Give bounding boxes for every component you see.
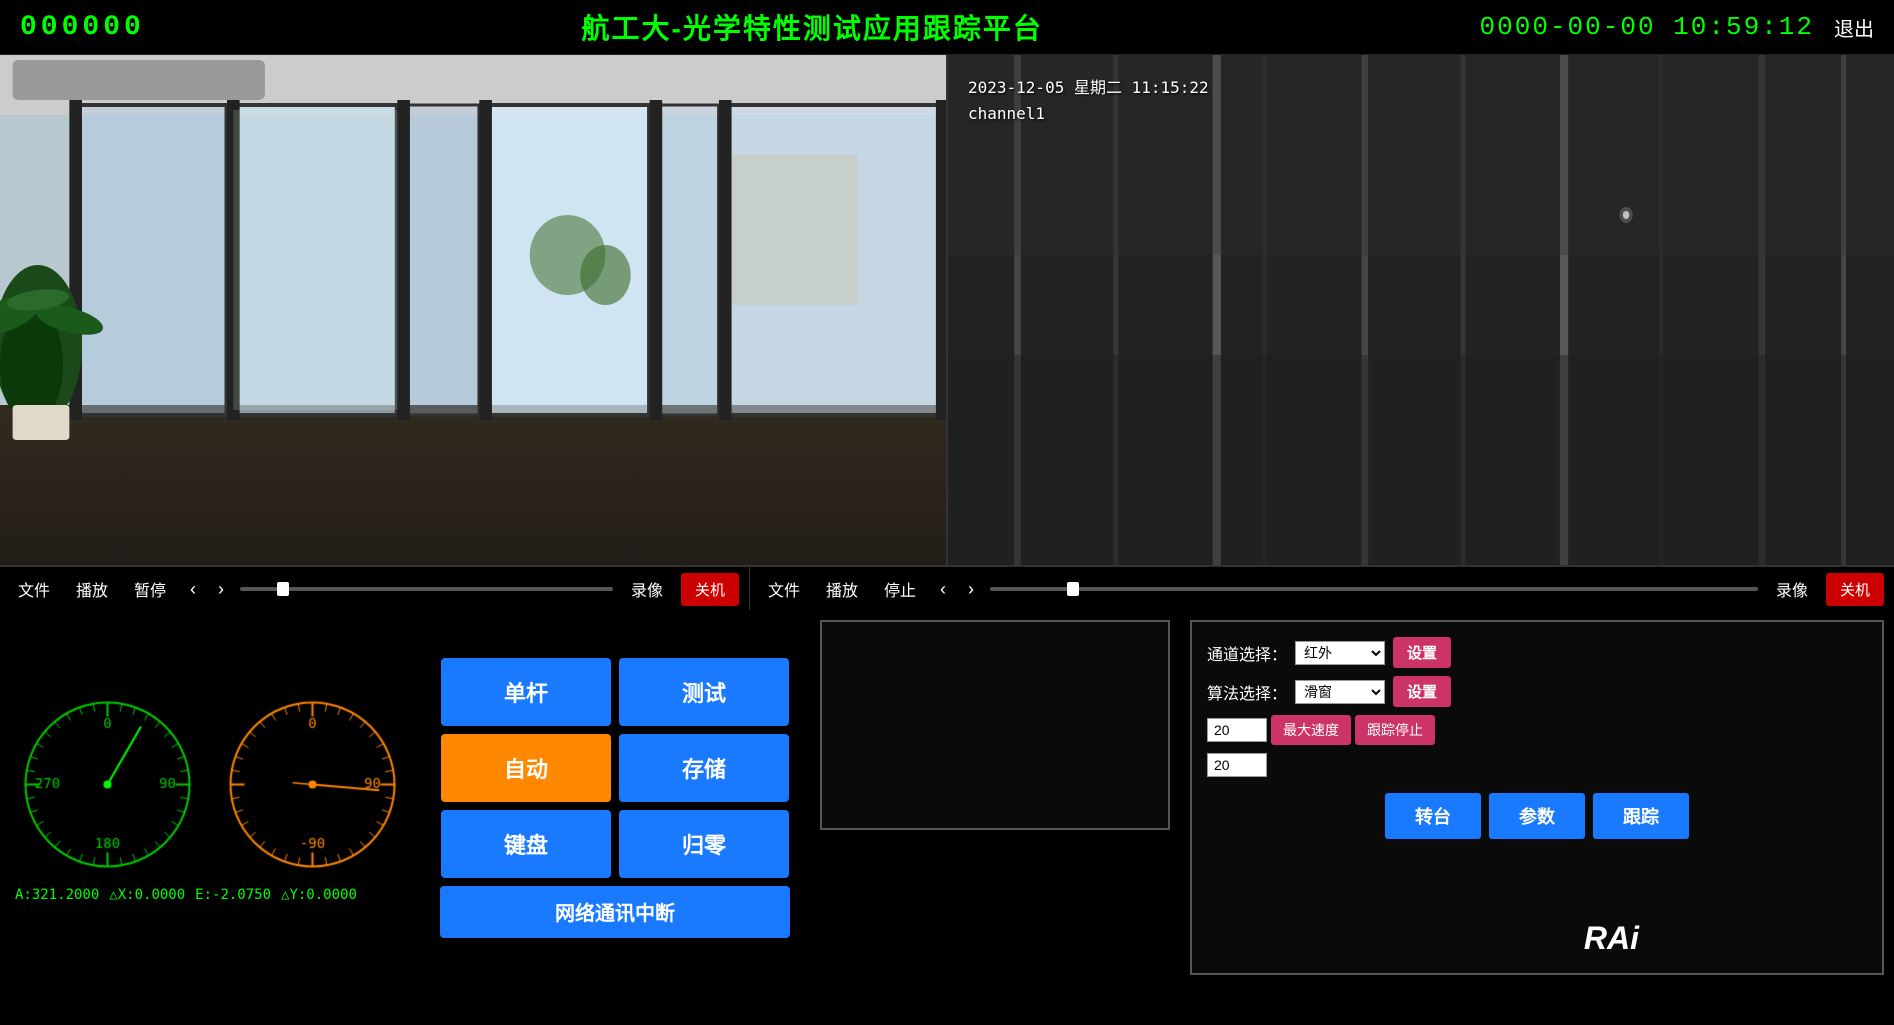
speed-input-2[interactable] <box>1207 753 1267 777</box>
status-e: E:-2.0750 <box>195 887 271 903</box>
video-area: 2023-12-05 星期二 11:15:22 channel1 <box>0 55 1894 565</box>
counter-left: 000000 <box>20 12 145 43</box>
btn-row-4: 网络通讯中断 <box>440 886 790 938</box>
video-panel-right: 2023-12-05 星期二 11:15:22 channel1 <box>946 55 1894 565</box>
track-stop-button[interactable]: 跟踪停止 <box>1355 715 1435 745</box>
keyboard-button[interactable]: 键盘 <box>441 810 611 878</box>
left-file-button[interactable]: 文件 <box>10 573 58 605</box>
algorithm-label: 算法选择： <box>1207 680 1287 704</box>
channel-select[interactable]: 红外 可见 <box>1295 641 1385 665</box>
left-prev-button[interactable]: ‹ <box>184 577 202 602</box>
btn-row-3: 键盘 归零 <box>440 810 790 878</box>
right-progress-bar[interactable] <box>990 587 1758 591</box>
track-video-display <box>820 620 1170 830</box>
algorithm-set-button[interactable]: 设置 <box>1393 676 1451 707</box>
algorithm-select[interactable]: 滑窗 相关 <box>1295 680 1385 704</box>
gauges-panel: A:321.2000 △X:0.0000 E:-2.0750 △Y:0.0000 <box>0 610 420 985</box>
save-button[interactable]: 存储 <box>619 734 789 802</box>
track-controls-box: 通道选择： 红外 可见 设置 算法选择： 滑窗 相关 设置 最大速度 <box>1190 620 1884 975</box>
btn-row-2: 自动 存储 <box>440 734 790 802</box>
left-shutdown-button[interactable]: 关机 <box>681 573 739 606</box>
channel-label: 通道选择： <box>1207 641 1287 665</box>
orange-gauge <box>220 692 405 877</box>
auto-button[interactable]: 自动 <box>441 734 611 802</box>
exit-button[interactable]: 退出 <box>1834 13 1874 42</box>
right-shutdown-button[interactable]: 关机 <box>1826 573 1884 606</box>
top-bar: 000000 航工大-光学特性测试应用跟踪平台 0000-00-00 10:59… <box>0 0 1894 55</box>
turntable-button[interactable]: 转台 <box>1385 793 1481 839</box>
datetime-display: 0000-00-00 10:59:12 <box>1480 12 1814 42</box>
btn-row-1: 单杆 测试 <box>440 658 790 726</box>
app-title: 航工大-光学特性测试应用跟踪平台 <box>582 7 1043 47</box>
speed-input-1[interactable] <box>1207 718 1267 742</box>
left-record-button[interactable]: 录像 <box>623 573 671 605</box>
right-file-button[interactable]: 文件 <box>760 573 808 605</box>
reset-button[interactable]: 归零 <box>619 810 789 878</box>
video-panel-left <box>0 55 946 565</box>
rai-label: RAi <box>1584 920 1639 957</box>
bottom-track-buttons: 转台 参数 跟踪 <box>1207 793 1867 839</box>
right-play-button[interactable]: 播放 <box>818 573 866 605</box>
status-a: A:321.2000 <box>15 887 99 903</box>
left-progress-bar[interactable] <box>240 587 613 591</box>
right-next-button[interactable]: › <box>962 577 980 602</box>
params-button[interactable]: 参数 <box>1489 793 1585 839</box>
network-button[interactable]: 网络通讯中断 <box>440 886 790 938</box>
status-dx: △X:0.0000 <box>109 887 185 903</box>
center-controls: 单杆 测试 自动 存储 键盘 归零 网络通讯中断 <box>420 610 810 985</box>
bottom-area: A:321.2000 △X:0.0000 E:-2.0750 △Y:0.0000… <box>0 610 1894 985</box>
track-button[interactable]: 跟踪 <box>1593 793 1689 839</box>
single-bar-button[interactable]: 单杆 <box>441 658 611 726</box>
right-record-button[interactable]: 录像 <box>1768 573 1816 605</box>
green-gauge <box>15 692 200 877</box>
tracking-panel: 通道选择： 红外 可见 设置 算法选择： 滑窗 相关 设置 最大速度 <box>810 610 1894 985</box>
left-pause-button[interactable]: 暂停 <box>126 573 174 605</box>
left-play-button[interactable]: 播放 <box>68 573 116 605</box>
channel-set-button[interactable]: 设置 <box>1393 637 1451 668</box>
max-speed-button[interactable]: 最大速度 <box>1271 715 1351 745</box>
right-stop-button[interactable]: 停止 <box>876 573 924 605</box>
right-prev-button[interactable]: ‹ <box>934 577 952 602</box>
ir-timestamp: 2023-12-05 星期二 11:15:22 channel1 <box>968 75 1209 126</box>
left-next-button[interactable]: › <box>212 577 230 602</box>
test-button[interactable]: 测试 <box>619 658 789 726</box>
status-dy: △Y:0.0000 <box>281 887 357 903</box>
